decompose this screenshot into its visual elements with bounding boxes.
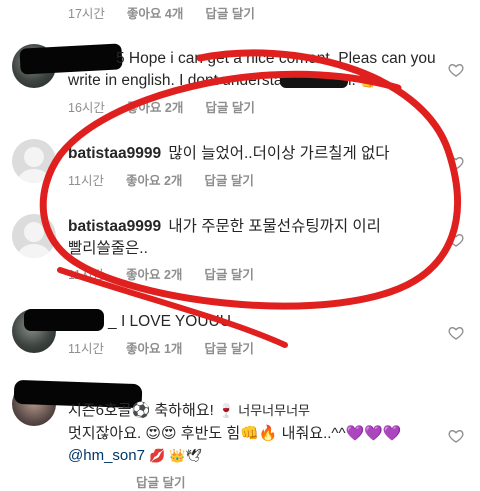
heart-outline-icon[interactable] — [448, 428, 464, 444]
thumbs-up-icon: 👍 — [360, 74, 377, 89]
reply-link[interactable]: 답글 달기 — [136, 472, 185, 491]
comment-text: 5 Hope i can get a nice coment. Pleas ca… — [68, 48, 448, 93]
reply-link[interactable]: 답글 달기 — [205, 97, 254, 116]
comment-prefix: _ — [108, 313, 117, 330]
comment-text: 시즌6호골⚽ 축하해요! 🍷 너무너무너무 멋지잖아요. 😍😍 후반도 힘👊🔥 … — [68, 400, 438, 468]
comment-body: 시즌6호골⚽ 축하해요! — [68, 402, 214, 419]
heart-outline-icon[interactable] — [448, 325, 464, 341]
like-count-link[interactable]: 좋아요 1개 — [126, 338, 182, 357]
redaction-mark — [280, 74, 348, 88]
like-count-link[interactable]: 좋아요 2개 — [126, 264, 182, 283]
comment-line: @hm_son7 💋 👑🕊 — [68, 445, 438, 468]
comment-time: 16시간 — [68, 101, 105, 115]
like-count-link[interactable]: 좋아요 2개 — [127, 97, 183, 116]
avatar[interactable] — [12, 214, 56, 258]
avatar[interactable] — [12, 139, 56, 183]
comment-meta: 답글 달기 — [68, 472, 185, 491]
comment-meta: 17시간 좋아요 4개 답글 달기 — [68, 3, 255, 22]
reply-link[interactable]: 답글 달기 — [204, 170, 253, 189]
like-count-link[interactable]: 좋아요 4개 — [127, 3, 183, 22]
comment-text: batistaa9999 내가 주문한 포물선슈팅까지 이리 빨리쓸줄은.. — [68, 216, 398, 260]
emoji-group: 💋 👑🕊 — [149, 449, 203, 464]
comment-time: 11시간 — [68, 342, 104, 356]
comment-body: 5 Hope i can get a nice coment. Pleas ca… — [68, 50, 436, 89]
heart-outline-icon[interactable] — [448, 232, 464, 248]
comment-meta: 11시간 좋아요 2개 답글 달기 — [68, 170, 254, 189]
like-count-link[interactable]: 좋아요 2개 — [126, 170, 182, 189]
comment-line: 시즌6호골⚽ 축하해요! 🍷 너무너무너무 — [68, 400, 438, 423]
heart-outline-icon[interactable] — [448, 155, 464, 171]
reply-link[interactable]: 답글 달기 — [204, 264, 253, 283]
comment-meta: 16시간 좋아요 2개 답글 달기 — [68, 97, 255, 116]
comment-time: 11시간 — [68, 174, 104, 188]
comment-username[interactable]: batistaa9999 — [68, 145, 161, 162]
comment-time: 11시간 — [68, 268, 104, 282]
comment-text: _ I LOVE YOUUU — [68, 311, 428, 333]
comment-meta: 11시간 좋아요 1개 답글 달기 — [68, 338, 254, 357]
comment-time: 17시간 — [68, 7, 105, 21]
comment-body-cont: 🍷 너무너무너무 — [217, 404, 311, 419]
comment-body: 많이 늘었어..더이상 가르칠게 없다 — [168, 145, 390, 162]
comment-meta: 11시간 좋아요 2개 답글 달기 — [68, 264, 254, 283]
heart-outline-icon[interactable] — [448, 62, 464, 78]
comment-username[interactable]: batistaa9999 — [68, 218, 161, 235]
comment-list: 17시간 좋아요 4개 답글 달기 5 Hope i can get a nic… — [0, 0, 480, 490]
reply-link[interactable]: 답글 달기 — [204, 338, 253, 357]
comment-line: 멋지잖아요. 😍😍 후반도 힘👊🔥 내줘요..^^💜💜💜 — [68, 423, 438, 445]
comment-body-line2: 멋지잖아요. 😍😍 후반도 힘👊🔥 내줘요..^^💜💜💜 — [68, 425, 402, 442]
comment-body: I LOVE YOUUU — [120, 313, 231, 330]
comment-text: batistaa9999 많이 늘었어..더이상 가르칠게 없다 — [68, 143, 428, 165]
mention-link[interactable]: @hm_son7 — [68, 447, 145, 464]
reply-link[interactable]: 답글 달기 — [205, 3, 254, 22]
